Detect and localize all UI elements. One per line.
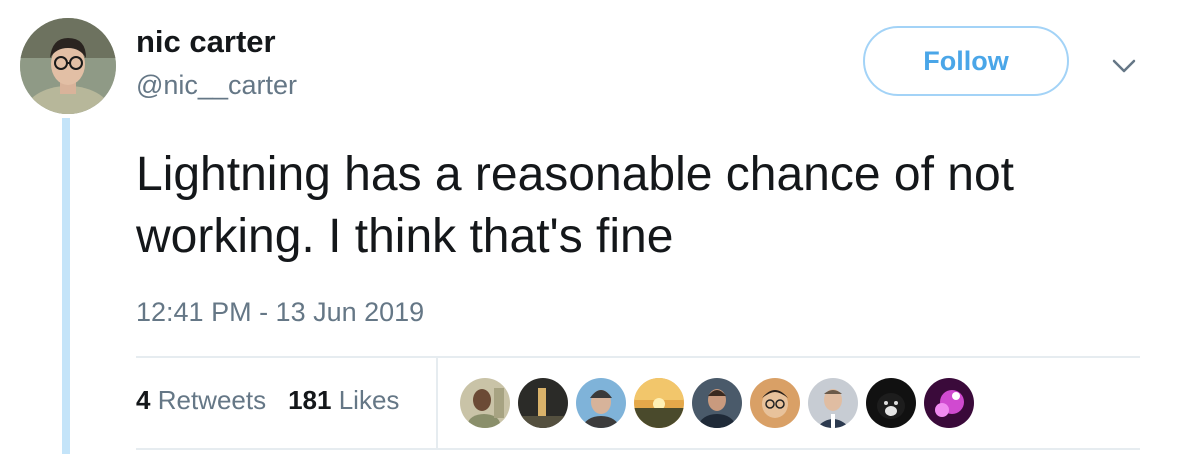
retweets-label: Retweets [157, 385, 267, 415]
author-name[interactable]: nic carter [136, 24, 276, 60]
liker-avatar[interactable] [808, 378, 858, 428]
follow-button[interactable]: Follow [863, 26, 1069, 96]
liker-avatar[interactable] [576, 378, 626, 428]
chevron-down-icon[interactable] [1110, 54, 1138, 78]
author-handle[interactable]: @nic__carter [136, 70, 297, 101]
liker-avatar[interactable] [634, 378, 684, 428]
liker-avatar[interactable] [518, 378, 568, 428]
author-avatar[interactable] [20, 18, 116, 114]
liker-avatars [460, 378, 982, 428]
liker-avatar[interactable] [460, 378, 510, 428]
liker-avatar[interactable] [924, 378, 974, 428]
thread-line [62, 118, 70, 454]
retweets-stat[interactable]: 4 Retweets [136, 385, 266, 416]
retweets-count: 4 [136, 385, 151, 415]
likes-count: 181 [288, 385, 332, 415]
divider [136, 356, 1140, 358]
likes-stat[interactable]: 181 Likes [288, 385, 399, 416]
divider [136, 448, 1140, 450]
divider [436, 358, 438, 448]
liker-avatar[interactable] [750, 378, 800, 428]
tweet-timestamp[interactable]: 12:41 PM - 13 Jun 2019 [136, 297, 424, 328]
liker-avatar[interactable] [692, 378, 742, 428]
likes-label: Likes [338, 385, 400, 415]
tweet-stats: 4 Retweets 181 Likes [136, 385, 399, 416]
tweet-text: Lightning has a reasonable chance of not… [136, 148, 1014, 263]
liker-avatar[interactable] [866, 378, 916, 428]
